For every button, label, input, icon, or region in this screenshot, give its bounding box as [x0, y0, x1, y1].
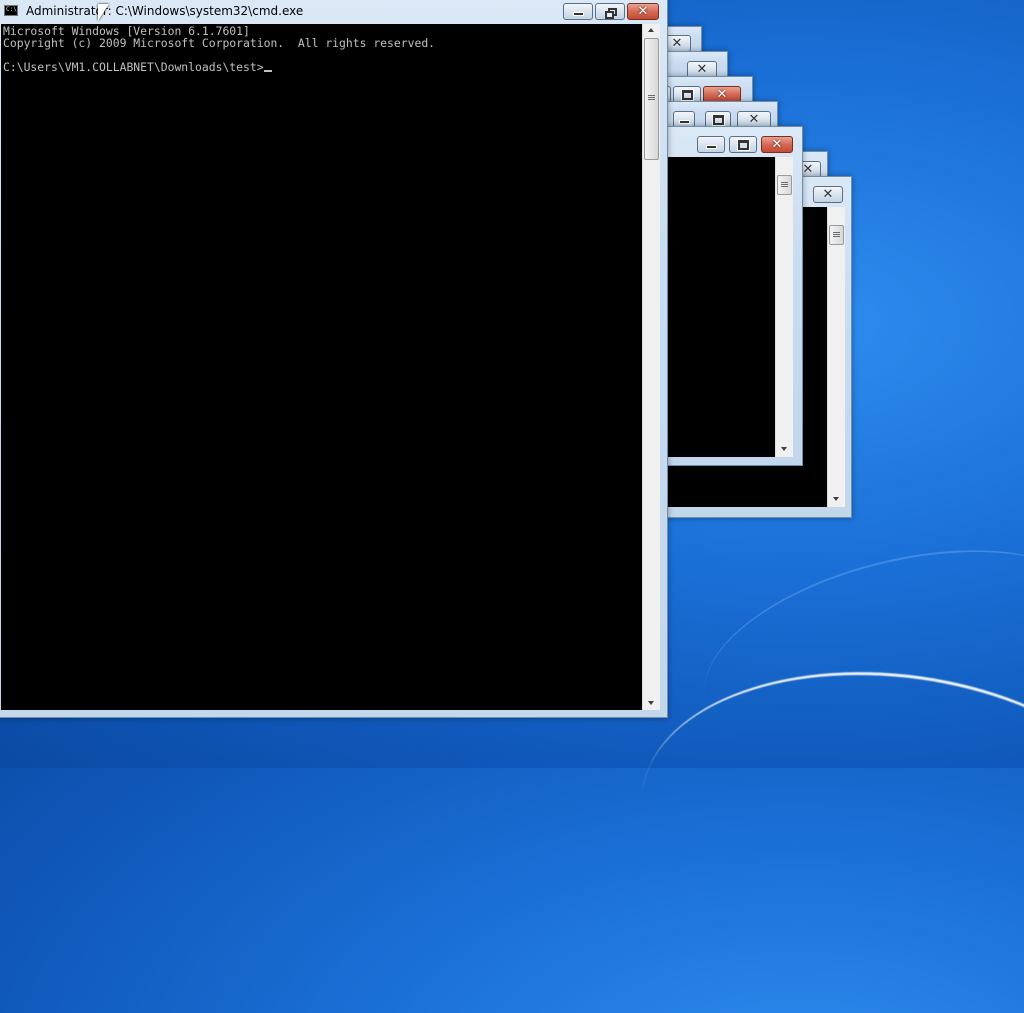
minimize-button[interactable] — [697, 136, 725, 153]
maximize-icon — [681, 89, 693, 100]
scroll-thumb[interactable] — [777, 175, 792, 195]
text-cursor — [263, 70, 272, 72]
close-icon: ✕ — [802, 162, 814, 177]
cmd-icon[interactable]: C:\ — [4, 5, 18, 16]
main-cmd-window[interactable]: C:\ Administrator: C:\Windows\system32\c… — [0, 0, 668, 718]
minimize-icon — [572, 12, 584, 16]
wallpaper-swoosh — [621, 640, 1024, 1013]
vertical-scrollbar[interactable] — [827, 207, 845, 507]
close-button[interactable]: ✕ — [627, 3, 659, 20]
console-area[interactable]: Microsoft Windows [Version 6.1.7601] Cop… — [1, 24, 642, 710]
close-button[interactable]: ✕ — [813, 186, 843, 203]
console-line: Copyright (c) 2009 Microsoft Corporation… — [3, 36, 436, 50]
vertical-scrollbar[interactable] — [642, 24, 660, 710]
close-icon: ✕ — [637, 4, 649, 19]
scroll-down-arrow-icon[interactable] — [833, 497, 839, 501]
maximize-icon — [737, 139, 749, 150]
close-button[interactable]: ✕ — [761, 136, 793, 153]
scroll-down-arrow-icon[interactable] — [648, 701, 654, 705]
scroll-thumb[interactable] — [644, 38, 659, 160]
command-prompt: C:\Users\VM1.COLLABNET\Downloads\test> — [3, 60, 264, 74]
mouse-pointer-icon — [98, 4, 109, 21]
scroll-down-arrow-icon[interactable] — [781, 447, 787, 451]
maximize-button[interactable] — [729, 136, 757, 153]
close-icon: ✕ — [748, 112, 760, 127]
minimize-icon — [705, 145, 717, 149]
restore-icon — [605, 7, 617, 19]
minimize-button[interactable] — [563, 3, 593, 20]
restore-button[interactable] — [595, 3, 625, 20]
close-icon: ✕ — [671, 36, 683, 51]
close-icon: ✕ — [771, 137, 783, 152]
window-title: Administrator: C:\Windows\system32\cmd.e… — [26, 4, 304, 18]
vertical-scrollbar[interactable] — [775, 157, 793, 457]
scroll-up-arrow-icon[interactable] — [648, 28, 654, 32]
close-icon: ✕ — [822, 187, 834, 202]
console-output: Microsoft Windows [Version 6.1.7601] Cop… — [3, 25, 435, 73]
close-icon: ✕ — [696, 62, 708, 77]
minimize-icon — [678, 120, 690, 124]
scroll-thumb[interactable] — [829, 225, 844, 245]
close-icon: ✕ — [716, 87, 728, 102]
maximize-icon — [712, 114, 724, 125]
